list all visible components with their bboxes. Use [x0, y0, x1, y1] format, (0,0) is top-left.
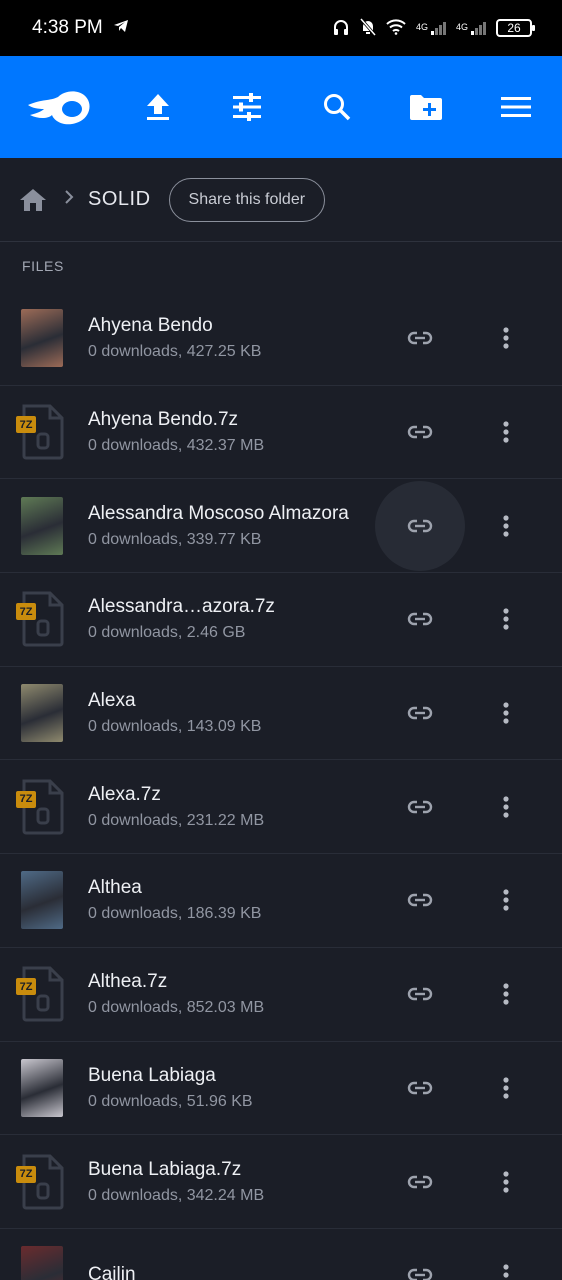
archive-file-icon: 7Z	[16, 964, 66, 1024]
file-name: Alessandra…azora.7z	[88, 596, 275, 618]
file-name: Cailin	[88, 1264, 136, 1280]
telegram-icon	[113, 17, 129, 39]
link-icon[interactable]	[395, 875, 445, 925]
link-icon[interactable]	[395, 407, 445, 457]
headphones-icon	[332, 18, 350, 39]
more-options-icon[interactable]	[486, 594, 526, 644]
upload-icon[interactable]	[132, 81, 184, 133]
image-thumbnail	[18, 1058, 66, 1118]
image-thumbnail	[18, 496, 66, 556]
file-name: Ahyena Bendo.7z	[88, 409, 239, 431]
breadcrumb: SOLID Share this folder	[0, 158, 562, 242]
file-name: Alexa	[88, 690, 136, 712]
file-row[interactable]: Althea 0 downloads, 186.39 KB	[0, 854, 562, 948]
wifi-icon	[386, 18, 406, 38]
more-options-icon[interactable]	[486, 875, 526, 925]
more-options-icon[interactable]	[486, 969, 526, 1019]
file-name: Althea.7z	[88, 971, 168, 993]
file-row[interactable]: Buena Labiaga 0 downloads, 51.96 KB	[0, 1042, 562, 1136]
more-options-icon[interactable]	[486, 782, 526, 832]
image-thumbnail	[18, 870, 66, 930]
archive-badge: 7Z	[16, 416, 36, 434]
logo-icon[interactable]	[24, 81, 94, 133]
home-icon[interactable]	[18, 185, 48, 215]
file-list: Ahyena Bendo 0 downloads, 427.25 KB 7Z Ahye…	[0, 292, 562, 1280]
file-name: Alessandra Moscoso Almazora	[88, 502, 349, 524]
new-folder-icon[interactable]	[400, 81, 452, 133]
filter-icon[interactable]	[221, 81, 273, 133]
link-icon[interactable]	[395, 782, 445, 832]
link-icon[interactable]	[395, 1250, 445, 1280]
more-options-icon[interactable]	[486, 1063, 526, 1113]
link-icon[interactable]	[395, 594, 445, 644]
archive-badge: 7Z	[16, 978, 36, 996]
file-name: Althea	[88, 877, 142, 899]
search-icon[interactable]	[311, 81, 363, 133]
link-icon[interactable]	[395, 313, 445, 363]
link-icon[interactable]	[395, 969, 445, 1019]
image-thumbnail	[18, 683, 66, 743]
more-options-icon[interactable]	[486, 501, 526, 551]
signal-1-icon: 4G	[416, 21, 446, 35]
more-options-icon[interactable]	[486, 688, 526, 738]
image-thumbnail	[18, 308, 66, 368]
archive-badge: 7Z	[16, 603, 36, 621]
link-icon[interactable]	[395, 1063, 445, 1113]
chevron-right-icon	[64, 189, 74, 210]
app-bar	[0, 56, 562, 158]
more-options-icon[interactable]	[486, 1157, 526, 1207]
file-row[interactable]: 7Z Alexa.7z 0 downloads, 231.22 MB	[0, 760, 562, 855]
file-row[interactable]: 7Z Buena Labiaga.7z 0 downloads, 342.24 MB	[0, 1135, 562, 1229]
archive-file-icon: 7Z	[16, 1152, 66, 1212]
archive-badge: 7Z	[16, 790, 36, 808]
mute-bell-icon	[359, 17, 377, 39]
more-options-icon[interactable]	[486, 1250, 526, 1280]
section-heading-files: FILES	[22, 258, 64, 274]
archive-badge: 7Z	[16, 1165, 36, 1183]
more-options-icon[interactable]	[486, 313, 526, 363]
file-row[interactable]: Cailin	[0, 1229, 562, 1280]
file-row[interactable]: Alessandra Moscoso Almazora 0 downloads, …	[0, 479, 562, 574]
clock: 4:38 PM	[32, 17, 103, 38]
file-row[interactable]: Alexa 0 downloads, 143.09 KB	[0, 667, 562, 761]
more-options-icon[interactable]	[486, 407, 526, 457]
share-folder-button[interactable]: Share this folder	[168, 177, 326, 222]
file-name: Alexa.7z	[88, 783, 161, 805]
battery-indicator: 26	[496, 19, 535, 37]
status-bar: 4:38 PM 4G 4G 26	[0, 0, 562, 56]
file-name: Buena Labiaga.7z	[88, 1158, 242, 1180]
archive-file-icon: 7Z	[16, 589, 66, 649]
file-row[interactable]: Ahyena Bendo 0 downloads, 427.25 KB	[0, 292, 562, 386]
signal-2-icon: 4G	[456, 21, 486, 35]
file-row[interactable]: 7Z Althea.7z 0 downloads, 852.03 MB	[0, 948, 562, 1042]
link-icon[interactable]	[395, 1157, 445, 1207]
link-icon[interactable]	[375, 480, 465, 571]
file-row[interactable]: 7Z Alessandra…azora.7z 0 downloads, 2.46 G…	[0, 573, 562, 667]
archive-file-icon: 7Z	[16, 777, 66, 837]
file-row[interactable]: 7Z Ahyena Bendo.7z 0 downloads, 432.37 MB	[0, 386, 562, 480]
archive-file-icon: 7Z	[16, 402, 66, 462]
file-name: Buena Labiaga	[88, 1064, 216, 1086]
link-icon[interactable]	[395, 688, 445, 738]
folder-title: SOLID	[88, 188, 151, 210]
file-name: Ahyena Bendo	[88, 315, 213, 337]
menu-icon[interactable]	[490, 81, 542, 133]
image-thumbnail	[18, 1245, 66, 1280]
